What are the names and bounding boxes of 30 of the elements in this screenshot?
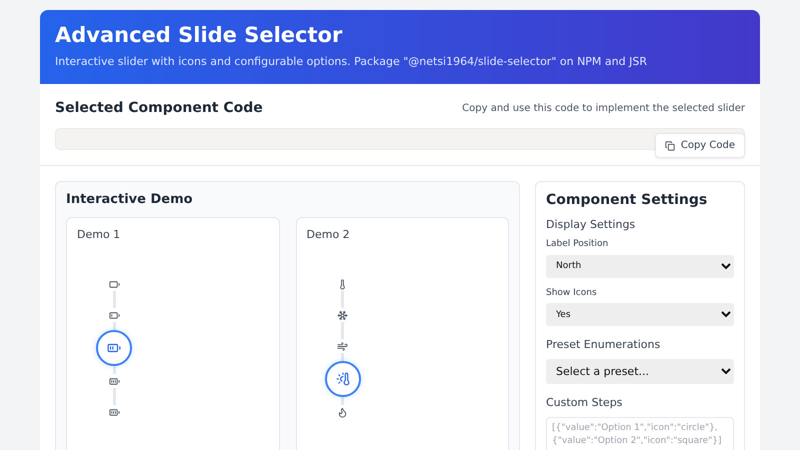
section-title: Selected Component Code xyxy=(55,100,263,116)
custom-steps-field[interactable]: [{"value":"Option 1","icon":"circle"},{"value":"Option 2","icon":"square"}] xyxy=(546,417,734,450)
group-heading: Display Settings xyxy=(546,218,636,231)
dropdown[interactable]: Yes xyxy=(546,303,734,326)
flame-icon xyxy=(337,406,348,418)
page-title: Advanced Slide Selector xyxy=(55,23,344,47)
preset-dropdown[interactable]: Select a preset... xyxy=(546,359,734,384)
battery-icon xyxy=(108,278,120,290)
wind-icon xyxy=(337,340,348,352)
snowflake-icon xyxy=(337,310,348,320)
page-subtitle: Interactive slider with icons and configurable options. Package "@netsi1964/slide-selector" on NPM and JSR xyxy=(55,55,648,68)
battery-icon xyxy=(107,341,121,355)
battery-icon xyxy=(108,406,120,418)
slider-step[interactable] xyxy=(324,361,360,397)
section-hint: Copy and use this code to implement the selected slider xyxy=(462,102,745,114)
demo-title: Demo 1 xyxy=(77,228,122,241)
thermometer-icon xyxy=(336,372,350,386)
slider-step[interactable] xyxy=(96,330,132,366)
panel-title: Component Settings xyxy=(546,192,708,208)
dropdown[interactable]: North xyxy=(546,254,734,278)
copy-icon xyxy=(664,140,675,150)
panel-title: Interactive Demo xyxy=(66,192,194,207)
group-heading: Custom Steps xyxy=(546,396,624,409)
battery-icon xyxy=(108,310,120,320)
copy-code-button[interactable]: Copy Code xyxy=(654,133,745,158)
group-heading: Preset Enumerations xyxy=(546,338,662,351)
demo-title: Demo 2 xyxy=(306,228,351,241)
field-label: Show Icons xyxy=(546,288,598,298)
battery-icon xyxy=(108,376,120,386)
field-label: Label Position xyxy=(546,239,610,249)
